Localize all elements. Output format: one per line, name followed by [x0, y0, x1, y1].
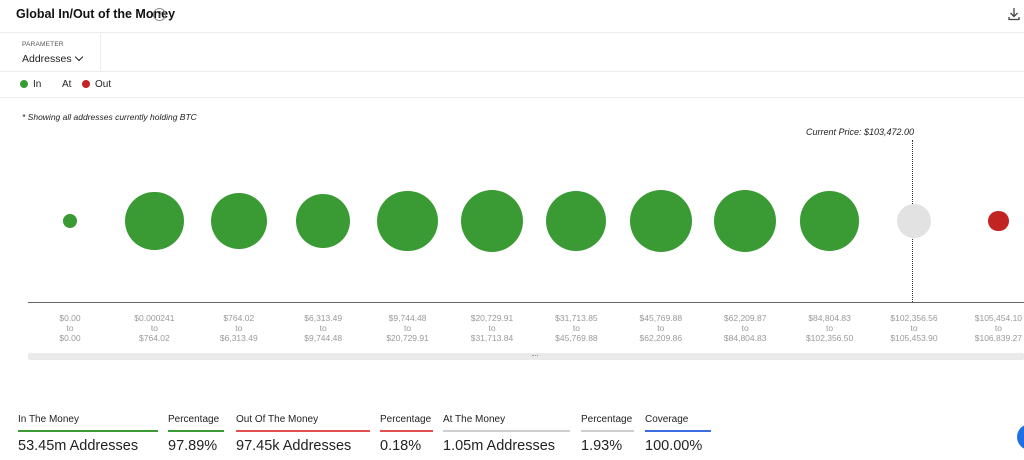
stat-underline [168, 430, 224, 432]
bubble-at[interactable] [896, 203, 932, 239]
x-tick-label: $45,769.88 to $62,209.86 [639, 313, 683, 343]
bubble-in[interactable] [377, 190, 438, 252]
stat-label: Out Of The Money [236, 414, 319, 425]
stat-label: Percentage [380, 414, 432, 425]
bubble-in[interactable] [461, 190, 523, 252]
stat-value: 0.18% [380, 438, 422, 454]
stat-percentage: Percentage 1.93% [581, 414, 634, 454]
stat-underline [380, 430, 433, 432]
stat-label: Coverage [645, 414, 689, 425]
legend-item-out[interactable]: Out [82, 79, 111, 90]
parameter-label: PARAMETER [22, 41, 64, 48]
widget-title: Global In/Out of the Money [16, 7, 176, 21]
scrollbar-grip-icon[interactable] [532, 355, 538, 359]
stat-underline [236, 430, 370, 432]
bubble-out[interactable] [988, 210, 1009, 232]
bubble-in[interactable] [210, 193, 267, 249]
legend-item-at[interactable]: At [62, 79, 71, 90]
parameter-value[interactable]: Addresses [22, 52, 83, 65]
x-tick-label: $84,804.83 to $102,356.50 [805, 313, 854, 343]
stat-label: Percentage [168, 414, 220, 425]
bubble-in[interactable] [296, 194, 351, 248]
bubble-in[interactable] [714, 190, 777, 252]
download-icon[interactable] [1008, 7, 1020, 21]
x-tick-label: $9,744.48 to $20,729.91 [386, 313, 429, 343]
x-tick-label: $764.02 to $6,313.49 [219, 313, 258, 343]
chart-note: * Showing all addresses currently holdin… [22, 112, 197, 122]
stat-underline [443, 430, 570, 432]
out-dot-icon [82, 80, 90, 88]
stat-percentage: Percentage 0.18% [380, 414, 433, 454]
widget-header: Global In/Out of the Money ? [0, 0, 1024, 33]
in-dot-icon [20, 80, 28, 88]
stat-percentage: Percentage 97.89% [168, 414, 224, 454]
stat-at-the-money: At The Money 1.05m Addresses [443, 414, 570, 454]
bubble-in[interactable] [629, 190, 692, 252]
parameter-select[interactable]: PARAMETER Addresses [16, 33, 101, 71]
x-tick-label: $62,209.87 to $84,804.83 [723, 313, 767, 343]
divider [0, 71, 1024, 72]
x-tick-label: $0.000241 to $764.02 [134, 313, 175, 343]
stat-value: 53.45m Addresses [18, 438, 139, 454]
stat-label: Percentage [581, 414, 633, 425]
legend-item-in[interactable]: In [20, 79, 41, 90]
stat-value: 1.93% [581, 438, 623, 454]
stat-label: At The Money [443, 414, 506, 425]
x-tick-label: $31,713.85 to $45,769.88 [555, 313, 598, 343]
chevron-down-icon [74, 52, 83, 62]
x-tick-label: $102,356.56 to $105,453.90 [890, 313, 938, 343]
divider [0, 97, 1024, 98]
bubble-in[interactable] [62, 213, 78, 229]
bubble-in[interactable] [546, 190, 607, 252]
bubble-in[interactable] [124, 191, 184, 251]
stat-value: 100.00% [645, 438, 703, 454]
stat-label: In The Money [18, 414, 79, 425]
chart-scrollbar[interactable] [28, 353, 1024, 360]
x-tick-label: $105,454.10 to $106,839.27 [974, 313, 1023, 343]
x-tick-label: $20,729.91 to $31,713.84 [470, 313, 514, 343]
bubble-in[interactable] [799, 191, 860, 251]
info-icon[interactable]: ? [153, 8, 166, 21]
current-price-label: Current Price: $103,472.00 [806, 127, 915, 137]
stat-underline [581, 430, 634, 432]
stat-underline [18, 430, 158, 432]
chat-button[interactable] [1017, 424, 1024, 450]
stat-out-of-the-money: Out Of The Money 97.45k Addresses [236, 414, 370, 454]
stat-value: 97.45k Addresses [236, 438, 352, 454]
x-axis [28, 302, 1024, 303]
stat-underline [645, 430, 711, 432]
stat-value: 97.89% [168, 438, 218, 454]
x-tick-label: $6,313.49 to $9,744.48 [304, 313, 343, 343]
stat-value: 1.05m Addresses [443, 438, 556, 454]
x-tick-label: $0.00 to $0.00 [59, 313, 81, 343]
stat-in-the-money: In The Money 53.45m Addresses [18, 414, 158, 454]
stat-coverage: Coverage 100.00% [645, 414, 711, 454]
